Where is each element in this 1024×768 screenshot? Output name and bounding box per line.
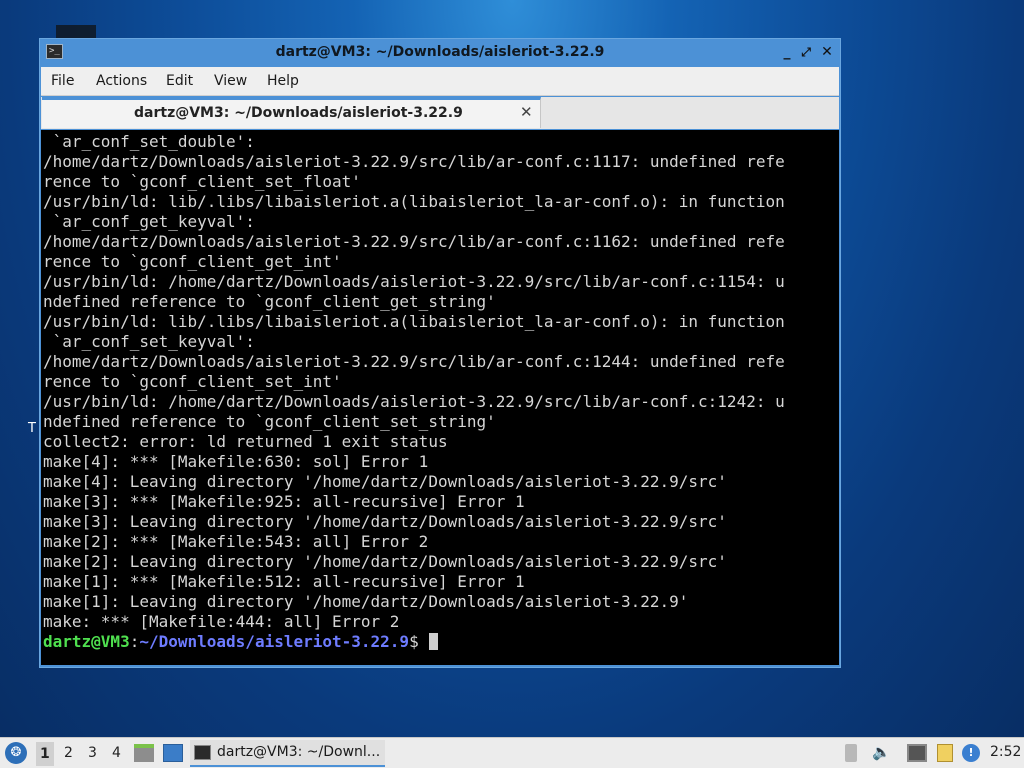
terminal-line: make[1]: Leaving directory '/home/dartz/… xyxy=(43,592,689,611)
terminal-icon xyxy=(194,745,211,760)
terminal-line: rence to `gconf_client_get_int' xyxy=(43,252,342,271)
network-icon[interactable] xyxy=(907,744,927,762)
menu-help[interactable]: Help xyxy=(267,73,299,89)
terminal-line: make[3]: Leaving directory '/home/dartz/… xyxy=(43,512,727,531)
notification-icon[interactable]: ! xyxy=(962,744,980,762)
tab-label: dartz@VM3: ~/Downloads/aisleriot-3.22.9 xyxy=(134,105,463,121)
menu-bar: File Actions Edit View Help xyxy=(41,67,839,96)
terminal-line: `ar_conf_get_keyval': xyxy=(43,212,255,231)
desktop-stray-text: T xyxy=(28,421,36,436)
window-titlebar[interactable]: >_ dartz@VM3: ~/Downloads/aisleriot-3.22… xyxy=(40,39,840,66)
terminal-line: make: *** [Makefile:444: all] Error 2 xyxy=(43,612,400,631)
text-cursor xyxy=(428,633,438,650)
start-menu-icon[interactable]: ❂ xyxy=(5,742,27,764)
tab-bar: dartz@VM3: ~/Downloads/aisleriot-3.22.9 … xyxy=(41,97,839,129)
workspace-2[interactable]: 2 xyxy=(64,745,73,761)
tab-close-icon[interactable]: ✕ xyxy=(520,103,533,121)
terminal-line: ndefined reference to `gconf_client_get_… xyxy=(43,292,496,311)
terminal-line: collect2: error: ld returned 1 exit stat… xyxy=(43,432,448,451)
terminal-line: `ar_conf_set_double': xyxy=(43,132,255,151)
menu-view[interactable]: View xyxy=(214,73,247,89)
terminal-window[interactable]: >_ dartz@VM3: ~/Downloads/aisleriot-3.22… xyxy=(39,38,841,668)
window-title: dartz@VM3: ~/Downloads/aisleriot-3.22.9 xyxy=(275,44,605,60)
terminal-line: make[4]: *** [Makefile:630: sol] Error 1 xyxy=(43,452,429,471)
terminal-line: ndefined reference to `gconf_client_set_… xyxy=(43,412,496,431)
show-desktop-icon[interactable] xyxy=(163,744,183,762)
clock[interactable]: 2:52 xyxy=(990,744,1021,760)
terminal-tab[interactable]: dartz@VM3: ~/Downloads/aisleriot-3.22.9 … xyxy=(42,97,541,128)
menu-file[interactable]: File xyxy=(51,73,74,89)
terminal-line: /usr/bin/ld: /home/dartz/Downloads/aisle… xyxy=(43,272,785,291)
workspace-4[interactable]: 4 xyxy=(112,745,121,761)
clipboard-icon[interactable] xyxy=(937,744,953,762)
maximize-button[interactable]: ⤢ xyxy=(797,42,815,62)
terminal-line: /usr/bin/ld: lib/.libs/libaisleriot.a(li… xyxy=(43,312,785,331)
menu-edit[interactable]: Edit xyxy=(166,73,193,89)
terminal-line: make[3]: *** [Makefile:925: all-recursiv… xyxy=(43,492,525,511)
terminal-output[interactable]: `ar_conf_set_double': /home/dartz/Downlo… xyxy=(41,130,839,665)
volume-icon[interactable]: 🔈 xyxy=(872,743,891,761)
taskbar: ❂ 1 2 3 4 dartz@VM3: ~/Downl... 🔈 ! 2:52 xyxy=(0,737,1024,768)
terminal-line: /usr/bin/ld: lib/.libs/libaisleriot.a(li… xyxy=(43,192,785,211)
prompt-path: ~/Downloads/aisleriot-3.22.9 xyxy=(139,632,410,651)
terminal-line: /home/dartz/Downloads/aisleriot-3.22.9/s… xyxy=(43,232,785,251)
taskbar-terminal-task[interactable]: dartz@VM3: ~/Downl... xyxy=(190,740,385,767)
prompt-dollar: $ xyxy=(409,632,419,651)
terminal-line: make[1]: *** [Makefile:512: all-recursiv… xyxy=(43,572,525,591)
task-label: dartz@VM3: ~/Downl... xyxy=(217,744,381,760)
terminal-line: rence to `gconf_client_set_float' xyxy=(43,172,361,191)
close-button[interactable]: ✕ xyxy=(818,42,836,62)
terminal-prompt[interactable]: dartz@VM3:~/Downloads/aisleriot-3.22.9$ xyxy=(43,632,839,652)
terminal-line: /home/dartz/Downloads/aisleriot-3.22.9/s… xyxy=(43,152,785,171)
prompt-separator: : xyxy=(129,632,140,651)
scroll-icon[interactable] xyxy=(845,744,857,762)
terminal-line: `ar_conf_set_keyval': xyxy=(43,332,255,351)
terminal-line: make[2]: *** [Makefile:543: all] Error 2 xyxy=(43,532,429,551)
file-manager-icon[interactable] xyxy=(134,744,154,762)
prompt-user: dartz@VM3 xyxy=(43,632,130,651)
menu-actions[interactable]: Actions xyxy=(96,73,147,89)
minimize-button[interactable]: _ xyxy=(778,42,796,62)
workspace-1[interactable]: 1 xyxy=(36,742,54,766)
terminal-line: make[4]: Leaving directory '/home/dartz/… xyxy=(43,472,727,491)
terminal-line: make[2]: Leaving directory '/home/dartz/… xyxy=(43,552,727,571)
terminal-line: /usr/bin/ld: /home/dartz/Downloads/aisle… xyxy=(43,392,785,411)
terminal-line: rence to `gconf_client_set_int' xyxy=(43,372,342,391)
workspace-3[interactable]: 3 xyxy=(88,745,97,761)
terminal-line: /home/dartz/Downloads/aisleriot-3.22.9/s… xyxy=(43,352,785,371)
